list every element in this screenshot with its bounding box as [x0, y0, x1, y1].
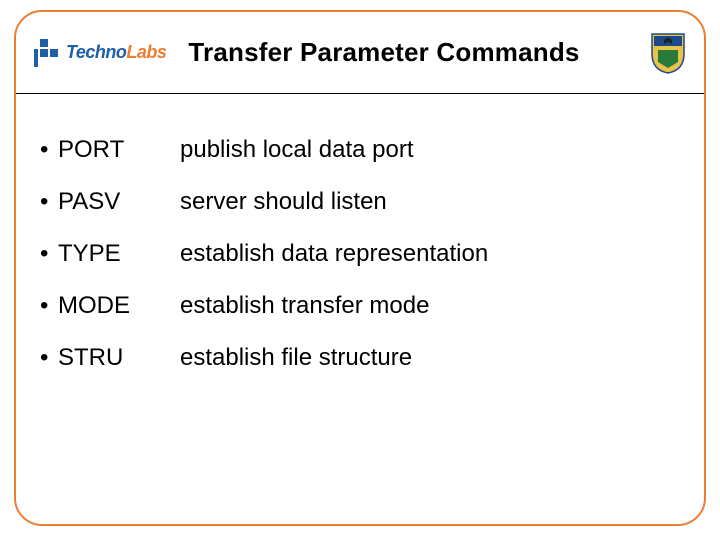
command-desc: establish data representation	[180, 240, 680, 268]
technolabs-logo: TechnoLabs	[34, 39, 166, 67]
bullet-icon: •	[40, 188, 58, 216]
command-row: • STRU establish file structure	[40, 344, 680, 372]
command-desc: establish file structure	[180, 344, 680, 372]
command-row: • MODE establish transfer mode	[40, 292, 680, 320]
command-name: TYPE	[58, 240, 180, 268]
bullet-icon: •	[40, 292, 58, 320]
bullet-icon: •	[40, 240, 58, 268]
command-desc: server should listen	[180, 188, 680, 216]
command-name: STRU	[58, 344, 180, 372]
slide-header: TechnoLabs Transfer Parameter Commands	[16, 12, 704, 94]
command-name: PASV	[58, 188, 180, 216]
bullet-icon: •	[40, 136, 58, 164]
logo-text-part1: Techno	[66, 42, 126, 63]
logo-mark-icon	[34, 39, 62, 67]
command-row: • PORT publish local data port	[40, 136, 680, 164]
command-row: • PASV server should listen	[40, 188, 680, 216]
slide-frame: TechnoLabs Transfer Parameter Commands •…	[14, 10, 706, 526]
logo-text: TechnoLabs	[66, 42, 166, 63]
command-name: PORT	[58, 136, 180, 164]
command-name: MODE	[58, 292, 180, 320]
crest-icon	[650, 32, 686, 74]
command-row: • TYPE establish data representation	[40, 240, 680, 268]
command-desc: establish transfer mode	[180, 292, 680, 320]
slide-title: Transfer Parameter Commands	[188, 37, 579, 68]
logo-text-part2: Labs	[126, 42, 166, 63]
command-desc: publish local data port	[180, 136, 680, 164]
slide-content: • PORT publish local data port • PASV se…	[16, 94, 704, 372]
bullet-icon: •	[40, 344, 58, 372]
